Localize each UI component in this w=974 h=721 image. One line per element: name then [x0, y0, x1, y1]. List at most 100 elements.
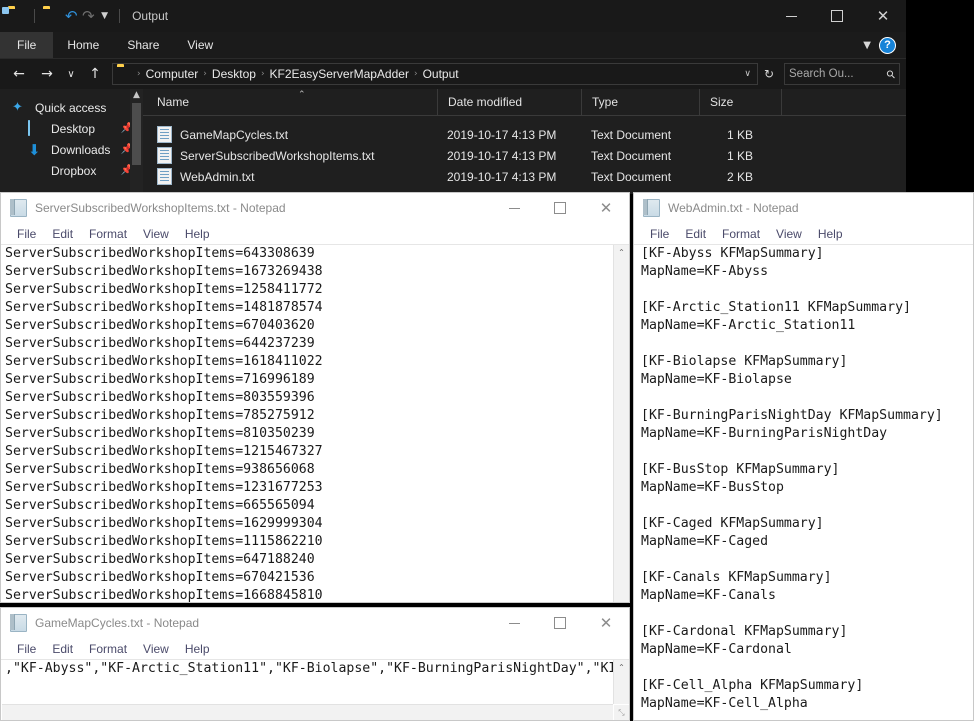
breadcrumb-desktop[interactable]: Desktop [209, 67, 259, 81]
menu-item-edit[interactable]: Edit [44, 227, 81, 241]
folder-properties-icon[interactable] [43, 7, 61, 25]
notepad-minimize-button[interactable] [491, 193, 537, 223]
notepad-title-bar[interactable]: WebAdmin.txt - Notepad [634, 193, 973, 223]
explorer-maximize-button[interactable] [814, 0, 860, 32]
column-header-date-modified[interactable]: Date modified [437, 89, 581, 115]
ribbon-right-controls: ▼ ? [863, 32, 902, 58]
notepad-close-button[interactable]: ✕ [583, 608, 629, 638]
breadcrumb-computer[interactable]: Computer [143, 67, 202, 81]
breadcrumb-separator: › [137, 69, 141, 79]
expand-ribbon-chevron-icon[interactable]: ▼ [863, 40, 871, 51]
menu-item-edit[interactable]: Edit [677, 227, 714, 241]
file-explorer-window: ↶ ↶ ▼ Output ✕ File Home Share View ▼ ? [0, 0, 906, 194]
notepad-maximize-button[interactable] [537, 608, 583, 638]
breadcrumb-separator: › [413, 69, 418, 79]
forward-button[interactable]: → [34, 62, 60, 86]
notepad-menu-bar: File Edit Format View Help [1, 638, 629, 660]
sidebar-item-quick-access[interactable]: ✦ Quick access [0, 97, 143, 118]
explorer-title-bar[interactable]: ↶ ↶ ▼ Output ✕ [0, 0, 906, 32]
breadcrumb-kf2easyservermapadder[interactable]: KF2EasyServerMapAdder [267, 67, 412, 81]
sidebar-item-downloads[interactable]: ⬇ Downloads 📌 [0, 139, 143, 160]
column-header-name[interactable]: Name [143, 89, 437, 115]
breadcrumb-output[interactable]: Output [420, 67, 462, 81]
menu-item-help[interactable]: Help [810, 227, 851, 241]
notepad-window-webadmin: WebAdmin.txt - Notepad File Edit Format … [633, 192, 974, 721]
new-folder-icon[interactable] [8, 7, 26, 25]
help-icon[interactable]: ? [879, 36, 896, 54]
notepad-title-bar[interactable]: GameMapCycles.txt - Notepad ✕ [1, 608, 629, 638]
explorer-ribbon-tabs: File Home Share View ▼ ? [0, 32, 906, 59]
notepad-text-area[interactable]: ,"KF-Abyss","KF-Arctic_Station11","KF-Bi… [2, 660, 613, 704]
undo-icon[interactable]: ↶ [65, 8, 78, 24]
menu-item-help[interactable]: Help [177, 642, 218, 656]
menu-item-edit[interactable]: Edit [44, 642, 81, 656]
quick-access-toolbar: ↶ ↶ ▼ Output [0, 0, 168, 32]
notepad-window-game-map-cycles: GameMapCycles.txt - Notepad ✕ File Edit … [0, 607, 630, 721]
redo-icon[interactable]: ↶ [82, 7, 95, 25]
column-header-type[interactable]: Type [581, 89, 699, 115]
file-date-cell: 2019-10-17 4:13 PM [447, 169, 557, 184]
notepad-text-area[interactable]: ServerSubscribedWorkshopItems=643308639 … [2, 245, 613, 602]
scroll-up-arrow-icon[interactable]: ⌃ [614, 245, 629, 260]
address-dropdown-chevron-icon[interactable]: ∨ [744, 69, 751, 79]
notepad-text-area[interactable]: [KF-Abyss KFMapSummary] MapName=KF-Abyss… [638, 245, 972, 720]
notepad-horizontal-scrollbar[interactable] [2, 704, 613, 720]
menu-item-view[interactable]: View [135, 642, 177, 656]
explorer-close-button[interactable]: ✕ [860, 0, 906, 32]
explorer-minimize-button[interactable] [768, 0, 814, 32]
resize-grip-icon[interactable]: ⤡ [614, 705, 629, 720]
column-headers: Name Date modified Type Size ⌃ [143, 89, 906, 116]
sidebar-item-label: Downloads [51, 142, 111, 157]
up-button[interactable]: ↑ [82, 62, 108, 86]
menu-item-format[interactable]: Format [81, 642, 135, 656]
column-header-size[interactable]: Size [699, 89, 781, 115]
breadcrumb-bar[interactable]: › Computer › Desktop › KF2EasyServerMapA… [112, 63, 758, 85]
back-button[interactable]: ← [6, 62, 32, 86]
notepad-title-bar[interactable]: ServerSubscribedWorkshopItems.txt - Note… [1, 193, 629, 223]
notepad-vertical-scrollbar[interactable]: ⌃ [613, 245, 629, 602]
text-document-icon [157, 126, 172, 143]
menu-item-format[interactable]: Format [714, 227, 768, 241]
scroll-up-arrow-icon[interactable]: ▲ [130, 89, 143, 102]
menu-item-format[interactable]: Format [81, 227, 135, 241]
refresh-button[interactable]: ↻ [760, 62, 778, 86]
file-name-cell[interactable]: GameMapCycles.txt [143, 126, 437, 143]
toolbar-separator-2 [119, 9, 121, 23]
ribbon-tab-share[interactable]: Share [113, 32, 173, 58]
scrollbar-thumb[interactable] [132, 103, 141, 165]
address-right-controls: ∨ [744, 69, 753, 79]
menu-item-view[interactable]: View [135, 227, 177, 241]
search-input[interactable]: Search Ou... ⚲ [784, 63, 900, 85]
table-row[interactable]: ServerSubscribedWorkshopItems.txt 2019-1… [143, 145, 906, 166]
scroll-up-arrow-icon[interactable]: ⌃ [614, 660, 629, 675]
menu-item-file[interactable]: File [9, 227, 44, 241]
navigation-pane-scrollbar[interactable]: ▲ [130, 89, 143, 194]
sidebar-item-dropbox[interactable]: Dropbox 📌 [0, 160, 143, 181]
notepad-minimize-button[interactable] [491, 608, 537, 638]
notepad-window-workshop-items: ServerSubscribedWorkshopItems.txt - Note… [0, 192, 630, 603]
customize-toolbar-chevron-icon[interactable]: ▼ [98, 11, 111, 21]
ribbon-tab-file[interactable]: File [0, 32, 54, 58]
notepad-vertical-scrollbar[interactable]: ⌃ [613, 660, 629, 704]
file-date-cell: 2019-10-17 4:13 PM [447, 148, 557, 163]
menu-item-help[interactable]: Help [177, 227, 218, 241]
recent-locations-button[interactable]: ∨ [62, 62, 80, 86]
explorer-window-controls: ✕ [768, 0, 906, 32]
ribbon-tab-view[interactable]: View [173, 32, 227, 58]
notepad-maximize-button[interactable] [537, 193, 583, 223]
sort-indicator-icon: ⌃ [298, 90, 306, 100]
table-row[interactable]: GameMapCycles.txt 2019-10-17 4:13 PM Tex… [143, 124, 906, 145]
notepad-close-button[interactable]: ✕ [583, 193, 629, 223]
ribbon-tab-home[interactable]: Home [53, 32, 113, 58]
file-name-cell[interactable]: ServerSubscribedWorkshopItems.txt [143, 147, 437, 164]
file-type-cell: Text Document [591, 169, 672, 184]
menu-item-view[interactable]: View [768, 227, 810, 241]
file-name-cell[interactable]: WebAdmin.txt [143, 168, 437, 185]
notepad-window-controls: ✕ [491, 608, 629, 638]
table-row[interactable]: WebAdmin.txt 2019-10-17 4:13 PM Text Doc… [143, 166, 906, 187]
sidebar-item-desktop[interactable]: Desktop 📌 [0, 118, 143, 139]
column-header-extra[interactable] [781, 89, 901, 115]
notepad-menu-bar: File Edit Format View Help [634, 223, 973, 245]
menu-item-file[interactable]: File [642, 227, 677, 241]
menu-item-file[interactable]: File [9, 642, 44, 656]
